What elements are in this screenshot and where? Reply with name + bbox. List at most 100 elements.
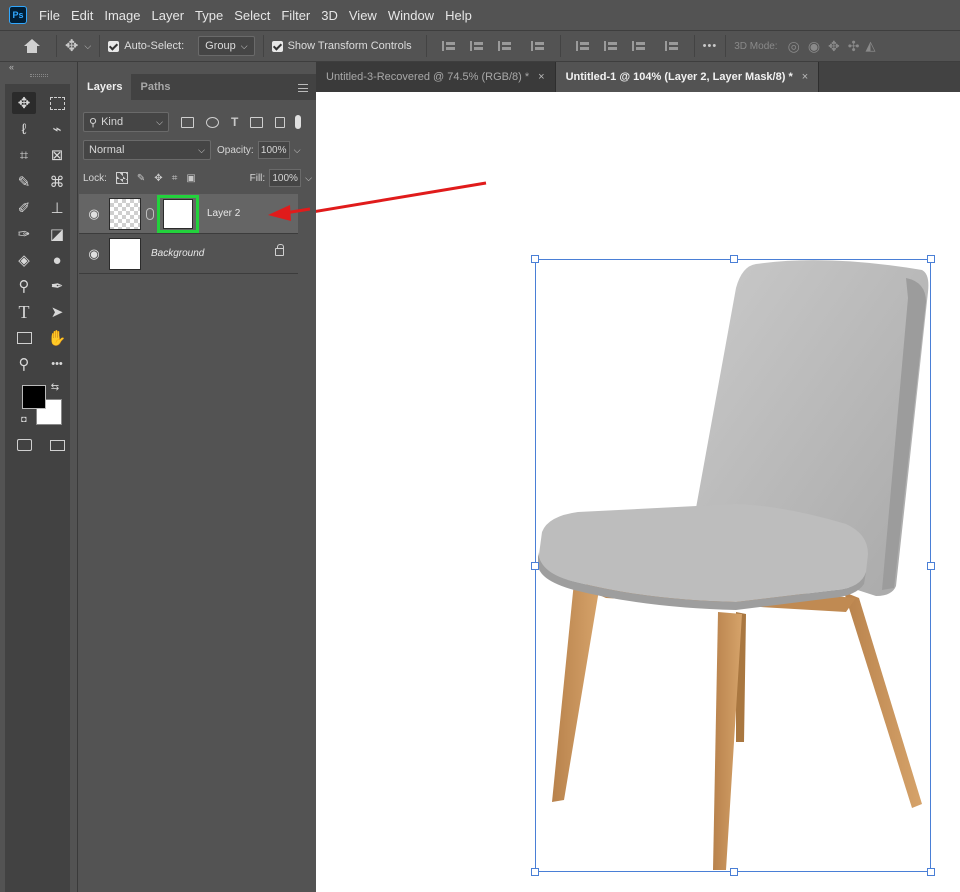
transform-handle-bottom-right[interactable] xyxy=(927,868,935,876)
type-filter-icon[interactable]: T xyxy=(231,115,238,129)
menu-view[interactable]: View xyxy=(349,8,377,23)
transform-handle-top-left[interactable] xyxy=(531,255,539,263)
doc-tab-untitled-3[interactable]: Untitled-3-Recovered @ 74.5% (RGB/8) * × xyxy=(316,62,556,92)
menu-layer[interactable]: Layer xyxy=(152,8,185,23)
chevron-down-icon[interactable]: ⌵ xyxy=(305,173,312,184)
chevron-down-icon[interactable]: ⌵ xyxy=(84,41,91,52)
align-top-icon[interactable] xyxy=(575,39,590,53)
pen-icon[interactable]: ✒ xyxy=(45,275,69,297)
patch-icon[interactable]: ⌘ xyxy=(45,171,69,193)
mask-link-icon[interactable] xyxy=(146,207,154,220)
menu-select[interactable]: Select xyxy=(234,8,270,23)
rectangle-icon[interactable] xyxy=(12,327,36,349)
tab-layers[interactable]: Layers xyxy=(78,74,132,100)
transform-bounding-box[interactable] xyxy=(531,255,935,876)
distribute-horizontal-icon[interactable] xyxy=(664,39,679,53)
layer-thumbnail[interactable] xyxy=(109,197,141,230)
screen-mode-icon[interactable] xyxy=(45,434,69,456)
fill-input[interactable]: 100% xyxy=(269,169,302,187)
menu-file[interactable]: File xyxy=(39,8,60,23)
opacity-input[interactable]: 100% xyxy=(257,141,290,159)
path-select-icon[interactable]: ➤ xyxy=(45,301,69,323)
transform-handle-right[interactable] xyxy=(927,562,935,570)
transform-handle-left[interactable] xyxy=(531,562,539,570)
transform-handle-bottom[interactable] xyxy=(730,868,738,876)
doc-tab-untitled-1[interactable]: Untitled-1 @ 104% (Layer 2, Layer Mask/8… xyxy=(555,62,820,92)
move-icon[interactable]: ✥ xyxy=(12,92,36,114)
menu-3d[interactable]: 3D xyxy=(321,8,338,23)
more-icon[interactable]: ••• xyxy=(45,353,69,375)
frame-icon[interactable]: ⊠ xyxy=(45,144,69,166)
close-icon[interactable]: × xyxy=(802,71,808,83)
swap-colors-icon[interactable]: ⇆ xyxy=(48,380,62,394)
menu-type[interactable]: Type xyxy=(195,8,223,23)
lock-position-icon[interactable]: ✥ xyxy=(154,173,162,184)
camera-3d-icon[interactable]: ◭ xyxy=(866,38,876,54)
zoom-icon[interactable]: ⚲ xyxy=(12,353,36,375)
home-icon[interactable] xyxy=(22,38,42,54)
quick-mask-icon[interactable] xyxy=(12,434,36,456)
chevron-down-icon[interactable]: ⌵ xyxy=(294,145,301,156)
pan-3d-icon[interactable]: ✥ xyxy=(828,38,840,55)
lasso-icon[interactable]: ℓ xyxy=(12,118,36,140)
transform-handle-top[interactable] xyxy=(730,255,738,263)
transform-handle-top-right[interactable] xyxy=(927,255,935,263)
menu-edit[interactable]: Edit xyxy=(71,8,93,23)
align-middle-icon[interactable] xyxy=(603,39,618,53)
menu-window[interactable]: Window xyxy=(388,8,434,23)
filter-toggle-icon[interactable] xyxy=(295,115,302,129)
eraser-icon[interactable]: ◪ xyxy=(45,223,69,245)
lock-pixels-icon[interactable]: ✎ xyxy=(137,173,145,184)
document-canvas[interactable] xyxy=(316,92,960,892)
lock-all-icon[interactable]: ▣ xyxy=(186,173,195,184)
close-icon[interactable]: × xyxy=(538,71,544,83)
object-select-icon[interactable]: ⌁ xyxy=(45,118,69,140)
align-right-icon[interactable] xyxy=(497,39,512,53)
eyedropper-icon[interactable]: ✎ xyxy=(12,171,36,193)
collapse-tools-icon[interactable]: « xyxy=(9,62,14,74)
layer-name[interactable]: Background xyxy=(151,248,204,259)
lock-artboard-icon[interactable]: ⌗ xyxy=(172,173,178,184)
layer-row-layer-2[interactable]: ◉ Layer 2 xyxy=(79,194,298,234)
visibility-eye-icon[interactable]: ◉ xyxy=(79,246,109,262)
visibility-eye-icon[interactable]: ◉ xyxy=(79,206,109,222)
slide-3d-icon[interactable]: ✣ xyxy=(848,38,860,55)
hand-icon[interactable]: ✋ xyxy=(45,327,69,349)
auto-select-checkbox[interactable] xyxy=(108,40,120,52)
layer-thumbnail[interactable] xyxy=(109,237,141,270)
brush-icon[interactable]: ✐ xyxy=(12,197,36,219)
foreground-color-swatch[interactable] xyxy=(22,385,46,409)
layer-name[interactable]: Layer 2 xyxy=(207,208,240,219)
menu-help[interactable]: Help xyxy=(445,8,472,23)
stamp-icon[interactable]: ⊥ xyxy=(45,197,69,219)
blend-mode-dropdown[interactable]: Normal ⌵ xyxy=(83,140,211,160)
transform-handle-bottom-left[interactable] xyxy=(531,868,539,876)
align-left-icon[interactable] xyxy=(441,39,456,53)
blur-icon[interactable]: ● xyxy=(45,249,69,271)
shape-filter-icon[interactable] xyxy=(250,116,264,128)
dodge-icon[interactable]: ⚲ xyxy=(12,275,36,297)
menu-filter[interactable]: Filter xyxy=(281,8,310,23)
show-transform-checkbox[interactable] xyxy=(271,40,283,52)
crop-icon[interactable]: ⌗ xyxy=(12,144,36,166)
tab-paths[interactable]: Paths xyxy=(131,74,179,100)
marquee-icon[interactable] xyxy=(45,92,69,114)
bucket-icon[interactable]: ◈ xyxy=(12,249,36,271)
type-icon[interactable]: T xyxy=(12,301,36,323)
lock-transparency-icon[interactable] xyxy=(115,172,128,184)
history-brush-icon[interactable]: ✑ xyxy=(12,223,36,245)
orbit-3d-icon[interactable]: ◎ xyxy=(788,38,800,55)
default-colors-icon[interactable]: ◘ xyxy=(17,412,31,426)
layer-row-background[interactable]: ◉ Background xyxy=(79,234,298,274)
distribute-vertical-icon[interactable] xyxy=(530,39,545,53)
more-options-icon[interactable]: ••• xyxy=(703,40,718,52)
auto-select-target-dropdown[interactable]: Group ⌵ xyxy=(198,36,255,56)
align-bottom-icon[interactable] xyxy=(631,39,646,53)
move-tool-preset-icon[interactable]: ✥ xyxy=(65,36,78,56)
panel-menu-icon[interactable] xyxy=(298,84,308,92)
smart-object-filter-icon[interactable] xyxy=(275,116,286,128)
pixel-filter-icon[interactable] xyxy=(181,116,194,128)
adjustment-filter-icon[interactable] xyxy=(206,116,219,128)
align-center-icon[interactable] xyxy=(469,39,484,53)
filter-kind-dropdown[interactable]: ⚲ Kind ⌵ xyxy=(83,112,169,132)
